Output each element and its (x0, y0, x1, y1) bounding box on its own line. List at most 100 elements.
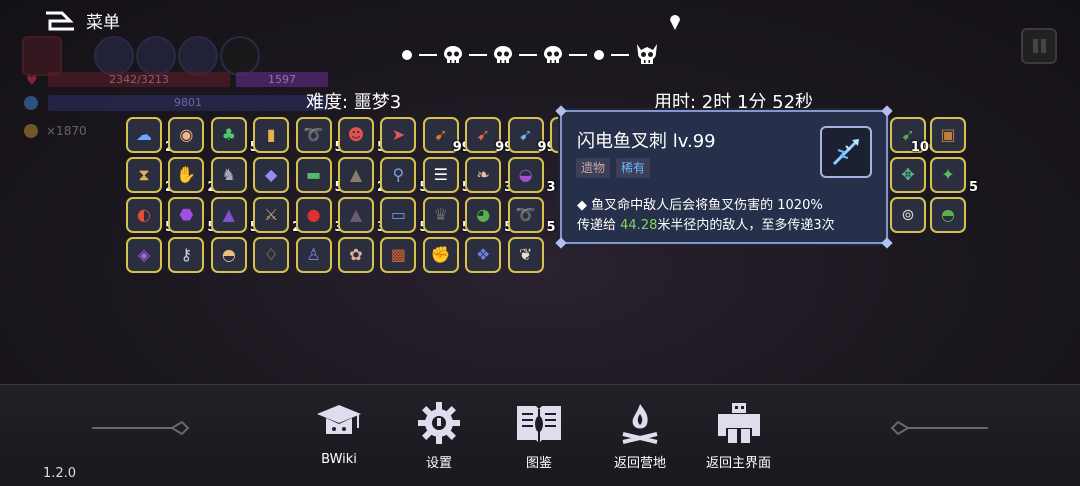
relic-icon: ◒ (518, 165, 533, 184)
settings-button[interactable]: 设置 (414, 400, 464, 471)
relic-slot[interactable]: ❦ (507, 237, 544, 273)
relic-slot[interactable]: ▩ (380, 237, 417, 273)
relic-slot[interactable]: ●3 (295, 197, 344, 235)
bwiki-button[interactable]: BWiki (314, 400, 364, 467)
relic-slot[interactable]: ♣5 (210, 117, 259, 155)
relic-icon: ◐ (137, 205, 151, 224)
relic-slot[interactable]: ♢ (253, 237, 290, 273)
return-main-menu-label: 返回主界面 (706, 456, 772, 471)
node-dot (402, 50, 412, 60)
relic-slot[interactable]: ➰5 (507, 197, 556, 235)
player-position-marker-icon (670, 15, 680, 30)
bottom-divider (0, 384, 1080, 385)
back-arrow-icon (46, 11, 74, 30)
relic-slot[interactable]: ☻5 (338, 117, 386, 155)
gear-icon (418, 402, 460, 444)
character-portrait (22, 36, 62, 76)
shield-value: 1597 (268, 73, 296, 86)
relic-slot[interactable]: ➹ 99 (422, 117, 471, 155)
return-main-menu-button[interactable]: 返回主界面 (706, 400, 771, 471)
return-camp-button[interactable]: 返回营地 (614, 400, 666, 471)
relic-icon: ▲ (349, 205, 363, 224)
relic-slot[interactable]: ◕5 (465, 197, 513, 235)
relic-slot[interactable]: ✥ (890, 157, 926, 193)
heart-icon: ♥ (26, 74, 38, 89)
campfire-icon (622, 404, 658, 444)
relic-slot[interactable]: ☁2 (126, 117, 174, 155)
pause-button[interactable] (1021, 28, 1057, 64)
relic-icon: ♣ (221, 125, 236, 144)
right-ornament-icon (890, 420, 988, 436)
node-line (569, 54, 587, 56)
relic-icon: ♢ (264, 245, 279, 264)
mana-icon (24, 96, 38, 110)
node-line (519, 54, 537, 56)
relic-slot[interactable]: ◉ (168, 117, 205, 153)
relic-desc-line1: ◆ 鱼叉命中敌人后会将鱼叉伤害的 1020% (577, 198, 823, 213)
relic-icon: ▮ (266, 125, 276, 144)
relic-slot[interactable]: ▣ (930, 117, 966, 153)
menu-button[interactable]: 菜单 (40, 8, 120, 33)
relic-slot[interactable]: ❧3 (465, 157, 513, 195)
hp-value: 2342/3213 (109, 73, 169, 86)
relic-slot[interactable]: ▬5 (295, 157, 344, 195)
relic-slot[interactable]: ◓ (210, 237, 247, 273)
relic-slot[interactable]: ⬣5 (168, 197, 216, 235)
skull-icon (444, 46, 462, 63)
bwiki-label: BWiki (321, 452, 357, 467)
relic-name: 闪电鱼叉刺 lv.99 (577, 131, 716, 152)
relic-slot[interactable]: ➤ (380, 117, 417, 153)
relic-slot[interactable]: ◐5 (126, 197, 174, 235)
relic-count: 5 (968, 180, 978, 195)
level-progress (398, 42, 662, 68)
relic-slot[interactable]: ◓ (930, 197, 966, 233)
relic-slot[interactable]: ◈ (126, 237, 162, 273)
relic-slot[interactable]: ⚔2 (253, 197, 301, 235)
relic-slot[interactable]: ◆ (253, 157, 290, 193)
relic-slot[interactable]: ➹ 99 (507, 117, 556, 155)
node-line (611, 54, 629, 56)
relic-icon: ▲ (349, 165, 363, 184)
relic-slot[interactable]: ◒ 3 (507, 157, 556, 195)
relic-icon: ● (306, 205, 321, 224)
relic-slot[interactable]: ▲2 (338, 157, 386, 195)
relic-slot[interactable]: ➰5 (295, 117, 344, 155)
skill-slot-4 (220, 36, 260, 76)
relic-slot[interactable]: ✿ (338, 237, 374, 273)
relic-count: 5 (546, 220, 556, 235)
relic-slot[interactable]: ✋2 (168, 157, 216, 195)
relic-slot[interactable]: ✦ 5 (930, 157, 978, 195)
relic-icon: ♞ (221, 165, 236, 184)
relic-slot[interactable]: ▲3 (338, 197, 386, 235)
relic-slot[interactable]: ➹ 100 (890, 117, 938, 155)
relic-slot[interactable]: ✊ (422, 237, 459, 273)
relic-icon: ♙ (306, 245, 321, 264)
relic-desc-line2-b: 米半径内的敌人，至多传递3次 (657, 218, 835, 233)
codex-button[interactable]: 图鉴 (514, 400, 564, 471)
relic-slot[interactable]: ☰5 (422, 157, 471, 195)
relic-slot[interactable]: ▭5 (380, 197, 428, 235)
graduation-cap-icon (317, 405, 361, 434)
relic-icon: ➹ (518, 125, 533, 144)
relic-icon: ➹ (434, 125, 448, 144)
relic-slot[interactable]: ⚲5 (380, 157, 428, 195)
relic-slot[interactable]: ⚷ (168, 237, 205, 273)
relic-description: ◆ 鱼叉命中敌人后会将鱼叉伤害的 1020% 传递给 44.28米半径内的敌人，… (577, 196, 874, 236)
relic-slot[interactable]: ♙ (295, 237, 332, 273)
relic-slot[interactable]: ⊚ (890, 197, 926, 233)
relic-icon: ◓ (221, 245, 236, 264)
relic-icon: ◓ (941, 205, 955, 224)
relic-icon: ❖ (476, 245, 491, 264)
node-line (469, 54, 487, 56)
relic-slot[interactable]: ▲5 (210, 197, 259, 235)
relic-icon: ⊚ (901, 205, 915, 224)
relic-slot[interactable]: ⧗2 (126, 157, 174, 195)
relic-slot[interactable]: ♞ (210, 157, 247, 193)
relic-slot[interactable]: ▮ (253, 117, 290, 153)
relic-icon: ⬣ (179, 205, 194, 224)
relic-slot[interactable]: ❖ (465, 237, 502, 273)
relic-slot[interactable]: ♛5 (422, 197, 471, 235)
relic-icon: ⧗ (138, 165, 150, 184)
skull-icon (494, 46, 512, 63)
relic-slot[interactable]: ➹ 99 (465, 117, 513, 155)
